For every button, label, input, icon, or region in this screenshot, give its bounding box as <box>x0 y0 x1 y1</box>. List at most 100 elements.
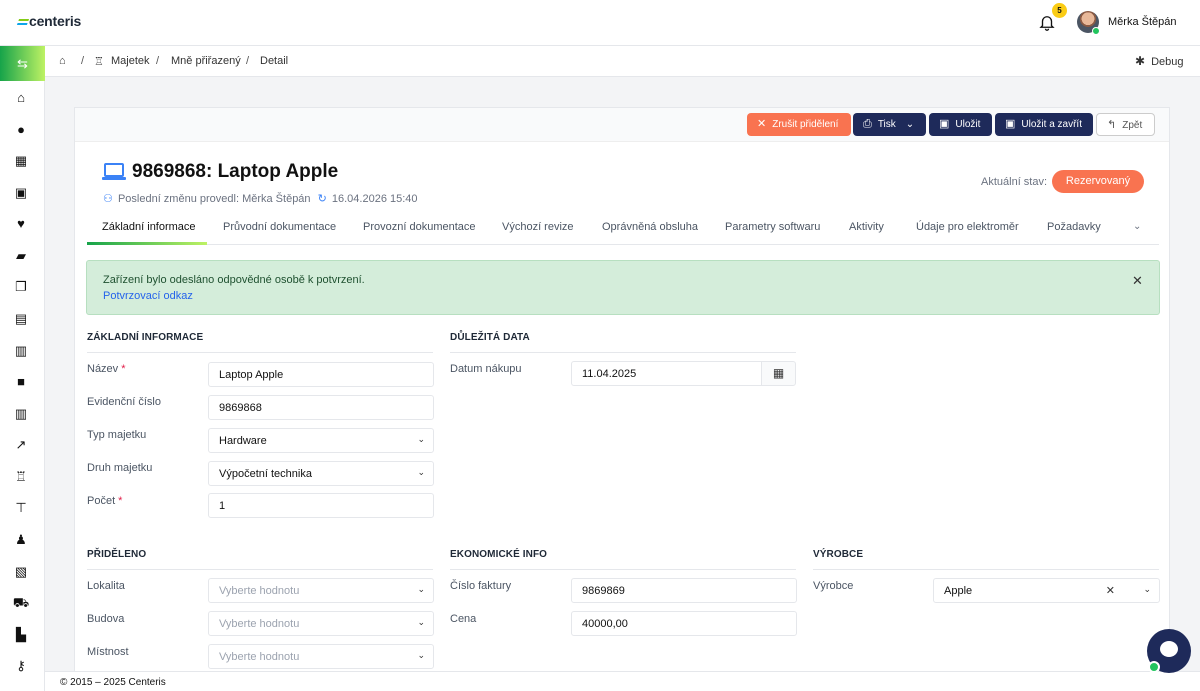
breadcrumb-item-assigned[interactable]: Mně přiřazený <box>171 55 241 67</box>
tab-authorized-operators[interactable]: Oprávněná obsluha <box>602 221 698 233</box>
debug-button[interactable]: ✱ Debug <box>1135 54 1183 68</box>
book-icon[interactable]: ■ <box>12 373 30 391</box>
clipboard-icon[interactable]: ▤ <box>12 310 30 328</box>
locality-select[interactable]: Vyberte hodnotu ⌄ <box>208 578 434 603</box>
inventory-alt-icon[interactable]: ▥ <box>12 405 30 423</box>
chevron-down-icon[interactable]: ⌄ <box>1133 221 1141 232</box>
tab-software-params[interactable]: Parametry softwaru <box>725 221 820 233</box>
tab-requests[interactable]: Požadavky <box>1047 221 1101 233</box>
close-icon[interactable]: ✕ <box>1132 273 1143 289</box>
home-icon[interactable]: ⌂ <box>59 55 66 67</box>
invoice-number-input[interactable]: 9869869 <box>571 578 797 603</box>
back-label: Zpět <box>1122 120 1143 131</box>
tab-accompanying-docs[interactable]: Průvodní dokumentace <box>223 221 336 233</box>
calendar-icon[interactable]: ▦ <box>761 361 796 386</box>
evidence-number-input[interactable]: 9869868 <box>208 395 434 420</box>
chart-line-icon[interactable]: ↗ <box>12 436 30 454</box>
divider <box>450 569 796 570</box>
chevron-down-icon: ⌄ <box>417 467 425 477</box>
key-icon[interactable]: ⚷ <box>12 657 30 675</box>
tab-activities[interactable]: Aktivity <box>849 221 884 233</box>
section-title-assigned: PŘIDĚLENO <box>87 549 147 560</box>
divider <box>87 569 433 570</box>
page-title: 9869868: Laptop Apple <box>132 161 339 182</box>
count-input[interactable]: 1 <box>208 493 434 518</box>
tab-basic-info[interactable]: Základní informace <box>102 221 196 233</box>
book-open-icon[interactable]: ▧ <box>12 563 30 581</box>
sidebar-toggle-icon[interactable]: ⇆ <box>0 46 45 81</box>
last-change-info: ⚇ Poslední změnu provedl: Měrka Štěpán ↻… <box>103 192 418 205</box>
asset-type-select[interactable]: Hardware ⌄ <box>208 428 434 453</box>
card-toolbar: ✕ Zrušit přidělení ⎙ Tisk ⌄ ▣ Uložit ▣ Uložit… <box>75 108 1169 142</box>
documents-icon[interactable]: ❐ <box>12 278 30 296</box>
breadcrumb-item-detail: Detail <box>260 55 289 67</box>
tab-initial-revision[interactable]: Výchozí revize <box>502 221 574 233</box>
heart-icon[interactable]: ♥ <box>12 215 30 233</box>
chat-online-dot <box>1148 661 1160 673</box>
required-marker: * <box>121 363 126 375</box>
inventory-icon[interactable]: ▥ <box>12 342 30 360</box>
back-button[interactable]: ↰ Zpět <box>1096 113 1155 136</box>
asset-type-value: Hardware <box>219 435 267 447</box>
online-status-dot <box>1092 27 1100 35</box>
copyright-text: © 2015 – 2025 Centeris <box>60 677 166 688</box>
home-icon[interactable]: ⌂ <box>12 89 30 107</box>
chevron-down-icon: ⌄ <box>905 119 915 130</box>
last-change-date: 16.04.2026 15:40 <box>331 193 418 205</box>
divider <box>450 352 796 353</box>
user-edit-icon: ⚇ <box>103 193 113 205</box>
alert-message: Zařízení bylo odesláno odpovědné osobě k… <box>103 274 365 286</box>
save-button[interactable]: ▣ Uložit <box>929 113 992 136</box>
floppy-icon: ▣ <box>1005 118 1016 130</box>
chair-icon: ♖ <box>94 56 104 68</box>
grid-icon[interactable]: ▣ <box>12 184 30 202</box>
user-icon[interactable]: ● <box>12 121 30 139</box>
breadcrumb-separator: / <box>246 55 250 67</box>
invoice-number-label: Číslo faktury <box>450 580 512 592</box>
chat-icon[interactable]: ▰ <box>12 247 30 265</box>
name-input[interactable]: Laptop Apple <box>208 362 434 387</box>
success-alert: Zařízení bylo odesláno odpovědné osobě k… <box>86 260 1160 315</box>
chevron-down-icon: ⌄ <box>417 584 425 594</box>
breadcrumb-separator: / <box>156 55 160 67</box>
debug-label: Debug <box>1151 56 1184 68</box>
building-select[interactable]: Vyberte hodnotu ⌄ <box>208 611 434 636</box>
print-button[interactable]: ⎙ Tisk ⌄ <box>853 113 926 136</box>
chat-bubble-icon <box>1160 641 1178 657</box>
save-label: Uložit <box>955 119 981 130</box>
purchase-date-label: Datum nákupu <box>450 363 522 375</box>
room-select[interactable]: Vyberte hodnotu ⌄ <box>208 644 434 669</box>
tab-operating-docs[interactable]: Provozní dokumentace <box>363 221 476 233</box>
manufacturer-select[interactable]: Apple ✕ ⌄ <box>933 578 1160 603</box>
logo-text: centeris <box>29 13 82 29</box>
floppy-icon: ▣ <box>939 118 950 130</box>
asset-kind-select[interactable]: Výpočetní technika ⌄ <box>208 461 434 486</box>
last-change-label: Poslední změnu provedl: Měrka Štěpán <box>117 193 311 205</box>
user-name[interactable]: Měrka Štěpán <box>1108 16 1176 28</box>
price-input[interactable]: 40000,00 <box>571 611 797 636</box>
chair-icon[interactable]: ♖ <box>12 468 30 486</box>
top-header: centeris 5 Měrka Štěpán <box>0 0 1200 46</box>
detail-card: ✕ Zrušit přidělení ⎙ Tisk ⌄ ▣ Uložit ▣ Uložit… <box>74 107 1170 677</box>
print-label: Tisk <box>877 119 896 130</box>
save-close-label: Uložit a zavřít <box>1021 119 1082 130</box>
cancel-assignment-button[interactable]: ✕ Zrušit přidělení <box>747 113 851 136</box>
reply-arrow-icon: ↰ <box>1107 119 1117 131</box>
signpost-icon[interactable]: ⊤ <box>12 499 30 517</box>
close-icon: ✕ <box>757 118 767 130</box>
tab-meter-data[interactable]: Údaje pro elektroměr <box>916 221 1019 233</box>
confirmation-link[interactable]: Potvrzovací odkaz <box>103 290 193 302</box>
cart-icon[interactable]: ⛟ <box>12 594 30 612</box>
calendar-icon[interactable]: ▦ <box>12 152 30 170</box>
chart-bar-icon[interactable]: ▙ <box>12 626 30 644</box>
clear-icon[interactable]: ✕ <box>1106 584 1115 597</box>
cancel-assignment-label: Zrušit přidělení <box>772 119 839 130</box>
logo[interactable]: centeris <box>16 13 82 29</box>
purchase-date-input[interactable]: 11.04.2025 <box>571 361 762 386</box>
breadcrumb-item-majetek[interactable]: Majetek <box>111 55 150 67</box>
laptop-icon <box>102 163 126 180</box>
person-desk-icon[interactable]: ♟ <box>12 531 30 549</box>
save-close-button[interactable]: ▣ Uložit a zavřít <box>995 113 1093 136</box>
divider <box>87 352 433 353</box>
status-badge[interactable]: Rezervovaný <box>1052 170 1144 193</box>
